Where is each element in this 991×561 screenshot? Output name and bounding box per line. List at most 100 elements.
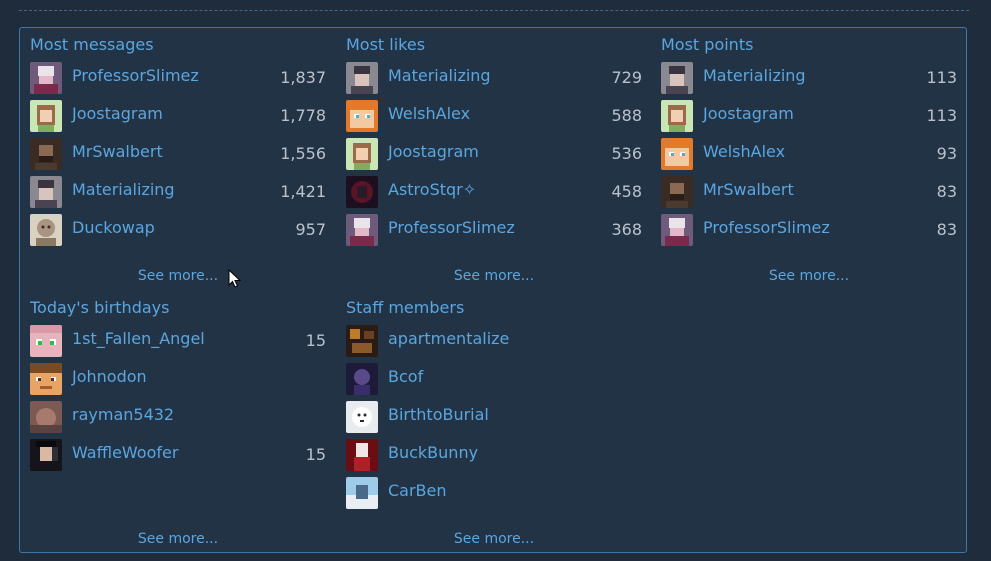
list-item: Joostagram 113 bbox=[661, 98, 957, 136]
avatar[interactable] bbox=[661, 100, 693, 132]
age: 15 bbox=[305, 331, 326, 350]
user-link[interactable]: rayman5432 bbox=[72, 405, 174, 424]
staff-section: Staff members apartmentalize Bcof Birtht… bbox=[346, 297, 642, 547]
member-stats-panel: Most messages ProfessorSlimez 1,837 Joos… bbox=[19, 27, 967, 553]
like-count: 729 bbox=[611, 68, 642, 87]
user-link[interactable]: ProfessorSlimez bbox=[388, 218, 515, 237]
list-item: BuckBunny bbox=[346, 437, 642, 475]
most-likes-title[interactable]: Most likes bbox=[346, 34, 642, 56]
avatar[interactable] bbox=[346, 363, 378, 395]
user-link[interactable]: WelshAlex bbox=[388, 104, 470, 123]
list-item: ProfessorSlimez 83 bbox=[661, 212, 957, 250]
avatar[interactable] bbox=[346, 477, 378, 509]
avatar[interactable] bbox=[346, 214, 378, 246]
avatar[interactable] bbox=[30, 100, 62, 132]
user-link[interactable]: BuckBunny bbox=[388, 443, 478, 462]
see-more-link[interactable]: See more... bbox=[30, 531, 326, 547]
like-count: 368 bbox=[611, 220, 642, 239]
user-link[interactable]: MrSwalbert bbox=[72, 142, 163, 161]
birthdays-section: Today's birthdays 1st_Fallen_Angel 15 Jo… bbox=[30, 297, 326, 547]
avatar[interactable] bbox=[346, 401, 378, 433]
top-divider bbox=[19, 10, 969, 11]
list-item: AstroStqr✧ 458 bbox=[346, 174, 642, 212]
message-count: 1,556 bbox=[280, 144, 326, 163]
avatar[interactable] bbox=[661, 176, 693, 208]
list-item: WelshAlex 93 bbox=[661, 136, 957, 174]
user-link[interactable]: WelshAlex bbox=[703, 142, 785, 161]
avatar[interactable] bbox=[346, 138, 378, 170]
avatar[interactable] bbox=[30, 138, 62, 170]
list-item: Joostagram 536 bbox=[346, 136, 642, 174]
list-item: WelshAlex 588 bbox=[346, 98, 642, 136]
user-link[interactable]: Materializing bbox=[703, 66, 806, 85]
user-link[interactable]: Duckowap bbox=[72, 218, 155, 237]
user-link[interactable]: ProfessorSlimez bbox=[703, 218, 830, 237]
point-count: 113 bbox=[926, 68, 957, 87]
list-item: apartmentalize bbox=[346, 323, 642, 361]
avatar[interactable] bbox=[346, 325, 378, 357]
list-item: Bcof bbox=[346, 361, 642, 399]
user-link[interactable]: AstroStqr✧ bbox=[388, 180, 476, 199]
user-link[interactable]: Joostagram bbox=[388, 142, 479, 161]
user-link[interactable]: Joostagram bbox=[703, 104, 794, 123]
list-item: MrSwalbert 1,556 bbox=[30, 136, 326, 174]
list-item: Duckowap 957 bbox=[30, 212, 326, 250]
avatar[interactable] bbox=[30, 214, 62, 246]
avatar[interactable] bbox=[30, 176, 62, 208]
list-item: rayman5432 bbox=[30, 399, 326, 437]
message-count: 1,837 bbox=[280, 68, 326, 87]
list-item: CarBen bbox=[346, 475, 642, 513]
user-link[interactable]: Johnodon bbox=[72, 367, 147, 386]
like-count: 536 bbox=[611, 144, 642, 163]
list-item: Joostagram 1,778 bbox=[30, 98, 326, 136]
birthdays-title[interactable]: Today's birthdays bbox=[30, 297, 326, 319]
avatar[interactable] bbox=[661, 62, 693, 94]
user-link[interactable]: ProfessorSlimez bbox=[72, 66, 199, 85]
list-item: Materializing 113 bbox=[661, 60, 957, 98]
user-link[interactable]: CarBen bbox=[388, 481, 447, 500]
avatar[interactable] bbox=[346, 439, 378, 471]
age: 15 bbox=[305, 445, 326, 464]
avatar[interactable] bbox=[661, 214, 693, 246]
see-more-link[interactable]: See more... bbox=[661, 268, 957, 284]
list-item: Materializing 729 bbox=[346, 60, 642, 98]
avatar[interactable] bbox=[30, 325, 62, 357]
point-count: 93 bbox=[936, 144, 957, 163]
user-link[interactable]: Materializing bbox=[388, 66, 491, 85]
list-item: 1st_Fallen_Angel 15 bbox=[30, 323, 326, 361]
point-count: 83 bbox=[936, 182, 957, 201]
list-item: ProfessorSlimez 1,837 bbox=[30, 60, 326, 98]
user-link[interactable]: MrSwalbert bbox=[703, 180, 794, 199]
see-more-link[interactable]: See more... bbox=[30, 268, 326, 284]
avatar[interactable] bbox=[30, 401, 62, 433]
user-link[interactable]: Bcof bbox=[388, 367, 423, 386]
most-points-section: Most points Materializing 113 Joostagram… bbox=[661, 34, 957, 284]
user-link[interactable]: Materializing bbox=[72, 180, 175, 199]
most-likes-section: Most likes Materializing 729 WelshAlex 5… bbox=[346, 34, 642, 284]
mouse-pointer-icon bbox=[228, 269, 242, 288]
avatar[interactable] bbox=[661, 138, 693, 170]
avatar[interactable] bbox=[346, 100, 378, 132]
point-count: 83 bbox=[936, 220, 957, 239]
list-item: WaffleWoofer 15 bbox=[30, 437, 326, 475]
user-link[interactable]: apartmentalize bbox=[388, 329, 509, 348]
list-item: Materializing 1,421 bbox=[30, 174, 326, 212]
list-item: ProfessorSlimez 368 bbox=[346, 212, 642, 250]
most-messages-section: Most messages ProfessorSlimez 1,837 Joos… bbox=[30, 34, 326, 284]
most-points-title[interactable]: Most points bbox=[661, 34, 957, 56]
staff-title[interactable]: Staff members bbox=[346, 297, 642, 319]
list-item: Johnodon bbox=[30, 361, 326, 399]
avatar[interactable] bbox=[30, 363, 62, 395]
message-count: 1,421 bbox=[280, 182, 326, 201]
avatar[interactable] bbox=[30, 439, 62, 471]
user-link[interactable]: Joostagram bbox=[72, 104, 163, 123]
most-messages-title[interactable]: Most messages bbox=[30, 34, 326, 56]
user-link[interactable]: WaffleWoofer bbox=[72, 443, 178, 462]
see-more-link[interactable]: See more... bbox=[346, 531, 642, 547]
avatar[interactable] bbox=[346, 62, 378, 94]
avatar[interactable] bbox=[30, 62, 62, 94]
user-link[interactable]: BirthtoBurial bbox=[388, 405, 489, 424]
user-link[interactable]: 1st_Fallen_Angel bbox=[72, 329, 205, 348]
avatar[interactable] bbox=[346, 176, 378, 208]
see-more-link[interactable]: See more... bbox=[346, 268, 642, 284]
